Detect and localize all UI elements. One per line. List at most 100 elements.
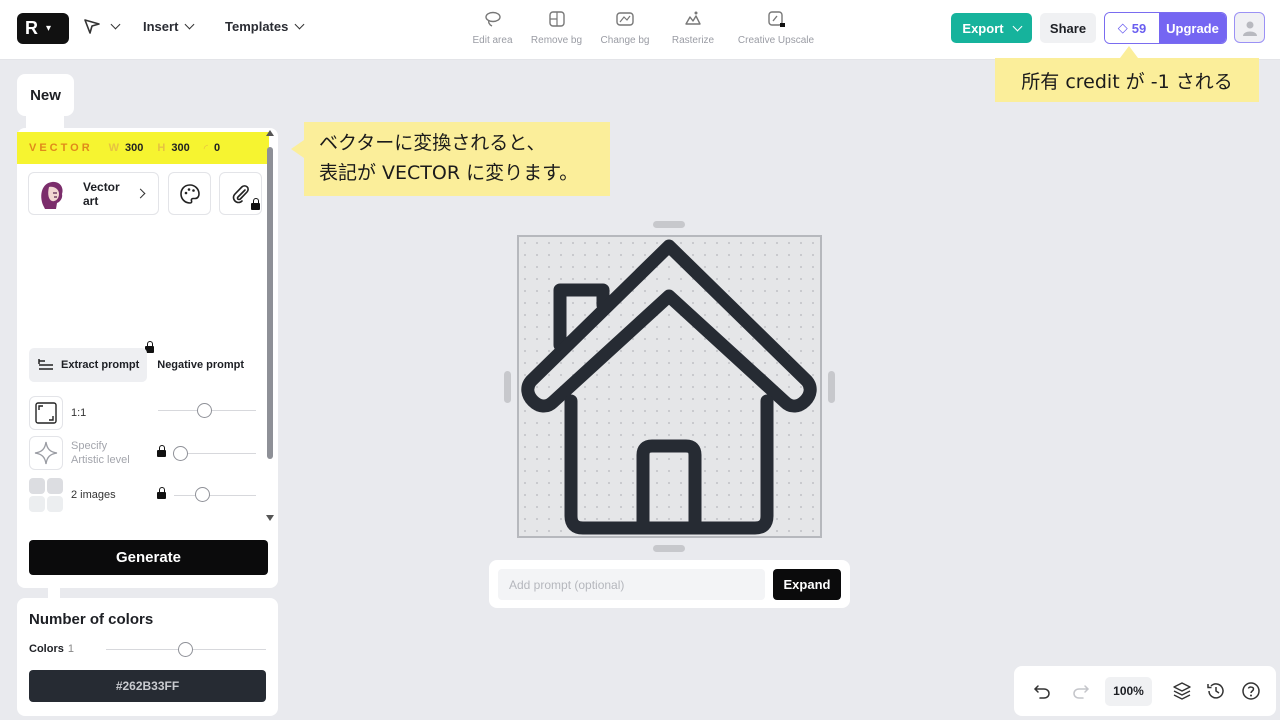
colors-label-text: Colors — [29, 643, 64, 655]
style-thumbnail — [33, 174, 71, 213]
palette-icon — [179, 183, 200, 204]
resize-handle-bottom[interactable] — [653, 545, 685, 552]
export-button[interactable]: Export — [951, 13, 1032, 43]
color-swatch[interactable]: #262B33FF — [29, 670, 266, 702]
corner-radius-value[interactable]: 0 — [214, 142, 220, 154]
colors-label: Colors 1 — [29, 643, 74, 655]
image-tools: Edit area Remove bg Change bg Rasterize … — [464, 9, 824, 46]
image-count-slider-track[interactable] — [174, 495, 256, 496]
artistic-level-row[interactable]: Specify Artistic level — [29, 436, 130, 470]
change-bg-icon — [616, 12, 634, 26]
undo-icon[interactable] — [1032, 681, 1052, 701]
extract-prompt-label: Extract prompt — [61, 359, 140, 371]
layer-type-label: VECTOR — [29, 142, 93, 154]
aspect-ratio-row[interactable]: 1:1 — [29, 396, 86, 430]
colors-slider-knob[interactable] — [178, 642, 193, 657]
colors-count: 1 — [67, 643, 74, 655]
top-bar: R ▾ Insert Templates Edit area Remove bg… — [0, 0, 1280, 60]
upgrade-button[interactable]: Upgrade — [1159, 13, 1226, 43]
remove-bg-icon — [548, 11, 565, 27]
canvas-controls: 100% — [1014, 666, 1276, 716]
generate-button[interactable]: Generate — [29, 540, 268, 575]
avatar[interactable] — [1234, 12, 1265, 43]
house-icon — [521, 239, 817, 535]
app-logo-menu[interactable]: R ▾ — [17, 13, 69, 44]
palette-button[interactable] — [168, 172, 211, 215]
height-label: H — [157, 142, 166, 154]
vector-callout-line-1: ベクターに変換されると、 — [319, 132, 546, 154]
credit-count: ◇ 59 — [1105, 13, 1159, 43]
rasterize-icon — [685, 11, 701, 25]
insert-menu[interactable]: Insert — [143, 19, 195, 34]
diamond-icon: ◇ — [1117, 20, 1128, 35]
layers-icon[interactable] — [1172, 681, 1192, 701]
aspect-ratio-label: 1:1 — [71, 407, 87, 419]
vector-callout-line-2: 表記が VECTOR に変ります。 — [319, 162, 579, 184]
remove-bg-tool[interactable]: Remove bg — [521, 9, 592, 46]
chevron-right-icon — [135, 188, 146, 199]
history-icon[interactable] — [1206, 681, 1226, 701]
attachment-button[interactable] — [219, 172, 262, 215]
tool-label: Remove bg — [530, 35, 583, 46]
logo-text: R — [25, 18, 38, 38]
export-label: Export — [962, 20, 1004, 36]
scrollbar-thumb[interactable] — [267, 147, 273, 459]
share-button[interactable]: Share — [1040, 13, 1096, 43]
prompt-tabs: Extract prompt Negative prompt — [29, 348, 252, 382]
lock-icon — [251, 198, 260, 210]
colors-panel-title: Number of colors — [29, 611, 154, 628]
scroll-down-arrow[interactable] — [266, 515, 274, 521]
resize-handle-right[interactable] — [828, 371, 835, 403]
resize-handle-left[interactable] — [504, 371, 511, 403]
scroll-up-arrow[interactable] — [266, 130, 274, 136]
redo-icon[interactable] — [1071, 681, 1091, 701]
change-bg-tool[interactable]: Change bg — [592, 9, 658, 46]
lock-icon — [157, 445, 166, 457]
upscale-icon — [768, 11, 785, 27]
chevron-down-icon — [1012, 21, 1023, 31]
pointer-icon — [84, 19, 100, 34]
artistic-label-line1: Specify — [71, 440, 108, 452]
tool-label: Creative Upscale — [737, 35, 815, 46]
creative-upscale-tool[interactable]: Creative Upscale — [728, 9, 824, 46]
aspect-ratio-icon — [29, 396, 63, 430]
image-grid-icon — [29, 478, 63, 512]
prompt-input[interactable] — [498, 569, 765, 600]
width-value[interactable]: 300 — [125, 142, 143, 154]
resize-handle-top[interactable] — [653, 221, 685, 228]
chevron-down-icon — [110, 19, 121, 29]
chevron-down-icon — [294, 19, 305, 30]
tool-label: Change bg — [600, 35, 650, 46]
style-selector[interactable]: Vector art — [28, 172, 159, 215]
new-tab[interactable]: New — [17, 74, 74, 116]
tool-label: Edit area — [472, 35, 513, 46]
tool-label: Rasterize — [671, 35, 715, 46]
image-count-row[interactable]: 2 images — [29, 478, 116, 512]
credits-widget[interactable]: ◇ 59 Upgrade — [1104, 12, 1227, 44]
text-lines-icon — [38, 359, 53, 370]
vector-callout: ベクターに変換されると、 表記が VECTOR に変ります。 — [291, 122, 610, 196]
height-value[interactable]: 300 — [171, 142, 189, 154]
help-icon[interactable] — [1241, 681, 1261, 701]
canvas-artboard[interactable] — [517, 235, 822, 538]
lasso-icon — [484, 11, 501, 27]
colors-panel: Number of colors Colors 1 #262B33FF — [17, 598, 278, 716]
tab-extract-prompt[interactable]: Extract prompt — [29, 348, 148, 382]
lock-icon — [157, 487, 166, 499]
aspect-ratio-slider-knob[interactable] — [197, 403, 212, 418]
artistic-level-label: Specify Artistic level — [71, 439, 130, 467]
chevron-down-icon — [184, 19, 195, 30]
corner-radius-icon: ◜ — [203, 142, 208, 155]
tab-negative-prompt[interactable]: Negative prompt — [149, 348, 252, 382]
templates-menu[interactable]: Templates — [225, 19, 305, 34]
rasterize-tool[interactable]: Rasterize — [658, 9, 728, 46]
edit-area-tool[interactable]: Edit area — [464, 9, 521, 46]
expand-button[interactable]: Expand — [773, 569, 841, 600]
chevron-down-icon: ▾ — [46, 23, 52, 34]
sparkle-icon — [29, 436, 63, 470]
insert-label: Insert — [143, 19, 179, 34]
select-tool-menu[interactable] — [82, 16, 121, 36]
image-count-slider-knob[interactable] — [195, 487, 210, 502]
artistic-slider-knob[interactable] — [173, 446, 188, 461]
zoom-level[interactable]: 100% — [1105, 676, 1152, 706]
